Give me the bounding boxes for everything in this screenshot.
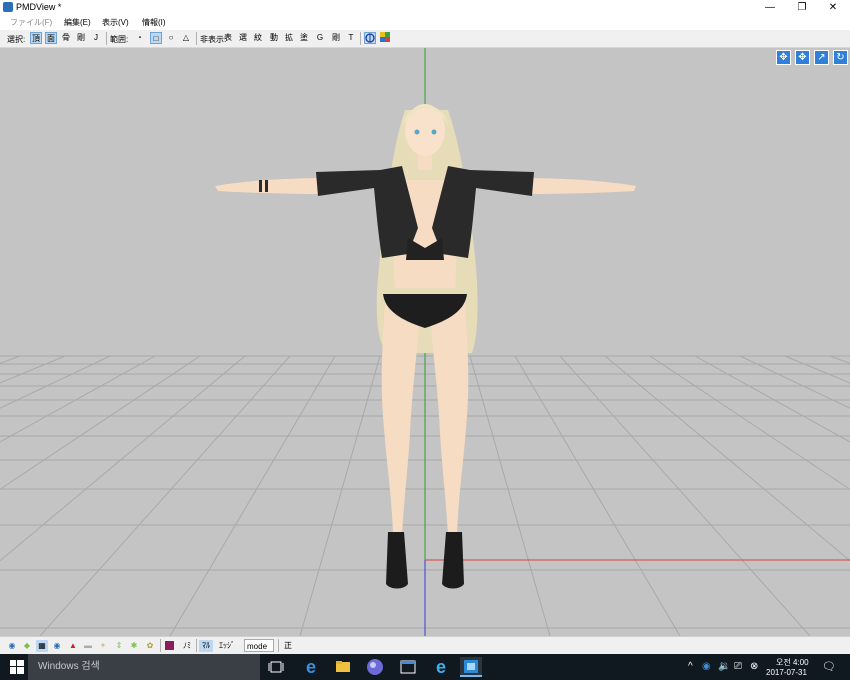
internet-explorer-icon[interactable]: e — [430, 657, 452, 677]
hide-selected-button[interactable]: 選 — [237, 32, 249, 44]
task-view-icon[interactable] — [265, 657, 287, 677]
maru-label[interactable]: ﾏﾙ — [199, 640, 213, 652]
tray-display-icon[interactable]: ⎚ — [734, 661, 742, 672]
clock-date[interactable]: 2017-07-31 — [766, 668, 807, 677]
grid-toggle-icon[interactable] — [379, 32, 391, 44]
3d-viewport[interactable]: ✥ ✥ ↗ ↻ — [0, 48, 850, 636]
triangle-display-icon[interactable]: ▲ — [67, 640, 79, 652]
edge-display-icon[interactable]: ▬ — [82, 640, 94, 652]
hide-display-button[interactable]: 表 — [222, 32, 234, 44]
window-title: PMDView * — [16, 2, 62, 12]
range-circle-button[interactable]: ○ — [165, 32, 177, 44]
pmdview-task-icon[interactable] — [460, 657, 482, 677]
tray-chevron-icon[interactable]: ^ — [688, 661, 693, 672]
file-explorer-icon[interactable] — [332, 657, 354, 677]
move-view-icon[interactable]: ✥ — [776, 50, 791, 65]
snap-button[interactable]: 正 — [282, 640, 294, 652]
morph-display-icon[interactable]: ✱ — [128, 640, 140, 652]
toolbar-separator — [160, 639, 161, 652]
taskbar-search-input[interactable]: Windows 검색 — [28, 654, 260, 680]
toolbar-separator — [278, 639, 279, 652]
color-swatch[interactable] — [164, 640, 176, 652]
hide-rigid-button[interactable]: 剛 — [330, 32, 342, 44]
clock-time[interactable]: 오전 4:00 — [776, 657, 809, 668]
restore-button[interactable]: ❐ — [787, 0, 817, 15]
ik-display-icon[interactable]: ⇕ — [113, 640, 125, 652]
vertex-display-icon[interactable]: ◉ — [6, 640, 18, 652]
range-rect-button[interactable]: □ — [150, 32, 162, 44]
window-app-icon[interactable] — [397, 657, 419, 677]
menu-info[interactable]: 情報(I) — [142, 17, 166, 28]
hide-paint-button[interactable]: 塗 — [298, 32, 310, 44]
close-button[interactable]: ✕ — [818, 0, 848, 15]
mode-select[interactable]: mode ▾ — [244, 639, 274, 664]
bone-display-icon[interactable]: ✦ — [97, 640, 109, 652]
title-bar: PMDView * — ❐ ✕ — [0, 0, 850, 15]
tray-close-icon[interactable]: ⊗ — [750, 661, 758, 672]
minimize-button[interactable]: — — [755, 0, 785, 15]
normal-display-icon[interactable]: ◆ — [21, 640, 33, 652]
menu-edit[interactable]: 編集(E) — [64, 17, 91, 28]
tray-network-icon[interactable]: ◉ — [702, 661, 711, 672]
hide-texture-button[interactable]: 紋 — [252, 32, 264, 44]
toolbar-separator — [360, 32, 361, 45]
hide-motion-button[interactable]: 動 — [268, 32, 280, 44]
toolbar-separator — [196, 639, 197, 652]
menu-bar: ファイル(F) 編集(E) 表示(V) 情報(I) — [0, 15, 850, 30]
toolbar-separator — [196, 32, 197, 45]
select-face-button[interactable]: 面 — [45, 32, 57, 44]
hide-expand-button[interactable]: 拡 — [283, 32, 295, 44]
app-icon — [3, 2, 13, 12]
hide-group-button[interactable]: G — [314, 32, 326, 44]
range-triangle-button[interactable]: △ — [180, 32, 192, 44]
range-label: 範囲: — [110, 35, 129, 44]
edge-browser-icon[interactable]: e — [300, 657, 322, 677]
bottom-toolbar: ◉ ◆ ▦ ◉ ▲ ▬ ✦ ⇕ ✱ ✿ ﾉﾐ ﾏﾙ ｴｯｼﾞ mode ▾ 正 — [0, 636, 850, 664]
menu-file[interactable]: ファイル(F) — [10, 17, 52, 28]
select-vertex-button[interactable]: 頂 — [30, 32, 42, 44]
taskbar: Windows 검색 e e ^ ◉ 🔉 ⎚ ⊗ 오전 4:00 2017-07… — [0, 654, 850, 680]
nomi-label[interactable]: ﾉﾐ — [180, 640, 194, 652]
hide-t-button[interactable]: T — [345, 32, 357, 44]
edge-label[interactable]: ｴｯｼﾞ — [214, 640, 240, 652]
select-rigid-button[interactable]: 剛 — [75, 32, 87, 44]
light-display-icon[interactable]: ✿ — [144, 640, 156, 652]
material-display-icon[interactable]: ◉ — [51, 640, 63, 652]
viewport-scene — [0, 48, 850, 636]
rotate-view-icon[interactable]: ↻ — [833, 50, 848, 65]
select-joint-button[interactable]: J — [90, 32, 102, 44]
range-point-button[interactable]: ・ — [134, 32, 146, 44]
toolbar-separator — [106, 32, 107, 45]
select-bone-button[interactable]: 骨 — [60, 32, 72, 44]
edit-toolbar: 選択: 頂 面 骨 剛 J 範囲: ・ □ ○ △ 非表示: 表 選 紋 動 拡… — [0, 30, 850, 48]
axis-toggle-icon[interactable] — [364, 32, 376, 44]
select-label: 選択: — [7, 35, 26, 44]
zoom-view-icon[interactable]: ↗ — [814, 50, 829, 65]
face-display-icon[interactable]: ▦ — [36, 640, 48, 652]
tray-volume-icon[interactable]: 🔉 — [718, 661, 730, 672]
mode-select-label: mode — [247, 642, 268, 651]
app-globe-icon[interactable] — [364, 657, 386, 677]
notification-icon[interactable]: 🗨 — [822, 660, 836, 673]
pan-view-icon[interactable]: ✥ — [795, 50, 810, 65]
menu-view[interactable]: 表示(V) — [102, 17, 129, 28]
